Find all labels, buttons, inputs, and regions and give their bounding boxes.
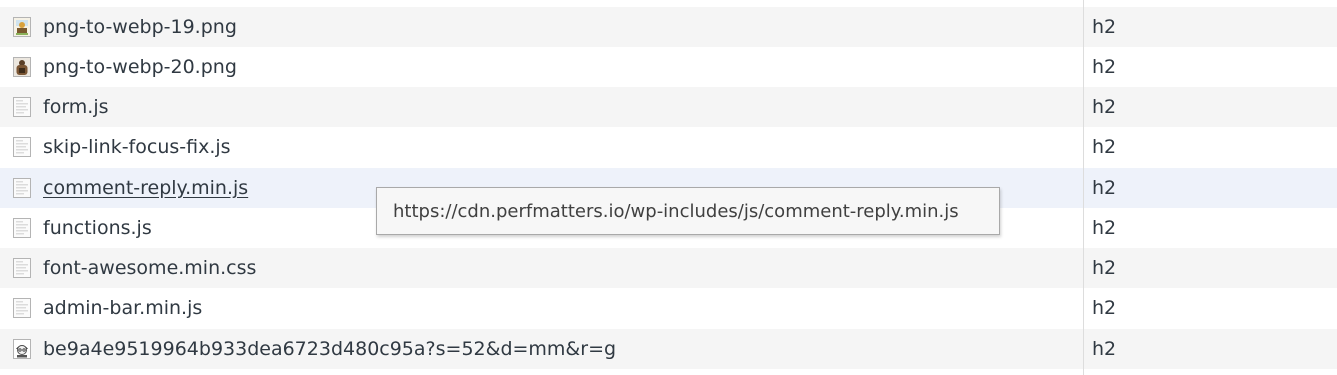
request-name: admin-bar.min.js <box>43 297 203 319</box>
protocol-cell: h2 <box>1092 16 1117 38</box>
protocol-cell: h2 <box>1092 177 1117 199</box>
request-name: font-awesome.min.css <box>43 257 257 279</box>
script-file-icon <box>13 298 31 318</box>
image-thumbnail-icon <box>13 57 31 77</box>
protocol-cell: h2 <box>1092 217 1117 239</box>
table-row[interactable]: png-to-webp-20.png h2 <box>0 47 1337 87</box>
request-name: functions.js <box>43 217 152 239</box>
name-cell[interactable]: font-awesome.min.css <box>0 248 1083 288</box>
network-requests-table: png-to-webp-19.png h2 png-to-webp-20.png… <box>0 0 1337 375</box>
table-row[interactable]: font-awesome.min.css h2 <box>0 248 1337 288</box>
script-file-icon <box>13 137 31 157</box>
protocol-cell: h2 <box>1092 136 1117 158</box>
name-cell[interactable]: form.js <box>0 87 1083 127</box>
table-row[interactable]: admin-bar.min.js h2 <box>0 288 1337 328</box>
request-name: form.js <box>43 96 109 118</box>
request-name: skip-link-focus-fix.js <box>43 136 231 158</box>
script-file-icon <box>13 178 31 198</box>
name-cell[interactable]: be9a4e9519964b933dea6723d480c95a?s=52&d=… <box>0 329 1083 369</box>
table-row[interactable]: form.js h2 <box>0 87 1337 127</box>
protocol-cell: h2 <box>1092 96 1117 118</box>
script-file-icon <box>13 218 31 238</box>
request-name-link[interactable]: comment-reply.min.js <box>43 177 248 199</box>
table-row[interactable]: be9a4e9519964b933dea6723d480c95a?s=52&d=… <box>0 329 1337 369</box>
request-name: png-to-webp-20.png <box>43 56 237 78</box>
request-name: png-to-webp-19.png <box>43 16 237 38</box>
name-cell[interactable]: png-to-webp-19.png <box>0 7 1083 47</box>
stylesheet-file-icon <box>13 258 31 278</box>
protocol-cell: h2 <box>1092 297 1117 319</box>
protocol-cell: h2 <box>1092 257 1117 279</box>
url-tooltip: https://cdn.perfmatters.io/wp-includes/j… <box>376 187 1000 235</box>
image-thumbnail-icon <box>13 17 31 37</box>
protocol-cell: h2 <box>1092 338 1117 360</box>
request-name: be9a4e9519964b933dea6723d480c95a?s=52&d=… <box>43 338 617 360</box>
column-divider[interactable] <box>1083 0 1084 375</box>
table-row[interactable]: png-to-webp-19.png h2 <box>0 7 1337 47</box>
name-cell[interactable]: admin-bar.min.js <box>0 288 1083 328</box>
table-row[interactable]: skip-link-focus-fix.js h2 <box>0 127 1337 167</box>
script-file-icon <box>13 97 31 117</box>
name-cell[interactable] <box>0 0 1083 7</box>
protocol-cell: h2 <box>1092 56 1117 78</box>
name-cell[interactable]: skip-link-focus-fix.js <box>0 127 1083 167</box>
table-row[interactable] <box>0 0 1337 7</box>
avatar-image-icon <box>13 339 31 359</box>
name-cell[interactable]: png-to-webp-20.png <box>0 47 1083 87</box>
